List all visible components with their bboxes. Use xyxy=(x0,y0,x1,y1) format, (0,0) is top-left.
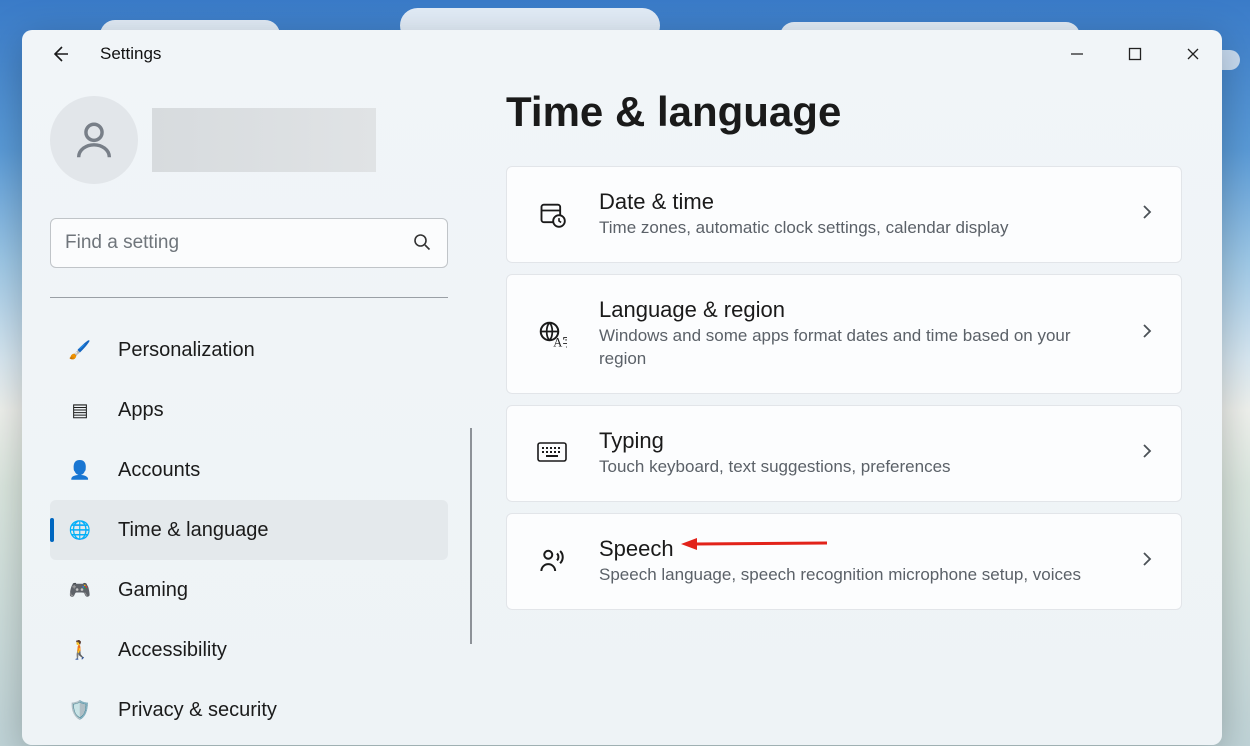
chevron-right-icon xyxy=(1139,551,1155,572)
close-button[interactable] xyxy=(1164,30,1222,78)
card-desc: Windows and some apps format dates and t… xyxy=(599,325,1109,371)
back-arrow-icon xyxy=(50,44,70,64)
maximize-icon xyxy=(1128,47,1142,61)
chevron-right-icon xyxy=(1139,323,1155,344)
person-icon xyxy=(71,117,117,163)
card-title: Speech xyxy=(599,536,1109,562)
avatar xyxy=(50,96,138,184)
gaming-icon: 🎮 xyxy=(68,580,92,601)
close-icon xyxy=(1186,47,1200,61)
sidebar-item-privacy[interactable]: 🛡️ Privacy & security xyxy=(50,680,448,740)
lang-region-icon: A字 xyxy=(535,319,569,349)
chevron-right-icon xyxy=(1139,443,1155,464)
sidebar-item-apps[interactable]: ▤ Apps xyxy=(50,380,448,440)
sidebar-item-label: Apps xyxy=(118,399,164,422)
sidebar-item-label: Accessibility xyxy=(118,639,227,662)
sidebar-item-label: Privacy & security xyxy=(118,699,277,722)
minimize-icon xyxy=(1070,47,1084,61)
speech-icon xyxy=(535,546,569,576)
profile-block[interactable] xyxy=(50,96,462,184)
card-title: Language & region xyxy=(599,297,1109,323)
card-speech[interactable]: SpeechSpeech language, speech recognitio… xyxy=(506,513,1182,610)
sidebar-item-accessibility[interactable]: 🚶 Accessibility xyxy=(50,620,448,680)
card-desc: Touch keyboard, text suggestions, prefer… xyxy=(599,456,1109,479)
back-button[interactable] xyxy=(40,35,80,73)
sidebar-item-label: Time & language xyxy=(118,519,268,542)
date-time-icon xyxy=(535,200,569,228)
settings-window: Settings xyxy=(22,30,1222,745)
page-title: Time & language xyxy=(506,88,1182,136)
card-desc: Time zones, automatic clock settings, ca… xyxy=(599,217,1109,240)
sidebar-item-label: Personalization xyxy=(118,339,255,362)
sidebar-item-accounts[interactable]: 👤 Accounts xyxy=(50,440,448,500)
search-icon xyxy=(412,232,432,257)
card-title: Typing xyxy=(599,428,1109,454)
privacy-icon: 🛡️ xyxy=(68,700,92,721)
titlebar: Settings xyxy=(22,30,1222,78)
minimize-button[interactable] xyxy=(1048,30,1106,78)
sidebar: 🖌️ Personalization ▤ Apps 👤 Accounts 🌐 Time & l… xyxy=(22,78,482,745)
apps-icon: ▤ xyxy=(68,400,92,421)
sidebar-item-label: Gaming xyxy=(118,579,188,602)
card-date-time[interactable]: Date & timeTime zones, automatic clock s… xyxy=(506,166,1182,263)
nav-list: 🖌️ Personalization ▤ Apps 👤 Accounts 🌐 Time & l… xyxy=(50,320,462,740)
main-pane: Time & language Date & timeTime zones, a… xyxy=(482,78,1222,745)
sidebar-item-personalization[interactable]: 🖌️ Personalization xyxy=(50,320,448,380)
sidebar-item-label: Accounts xyxy=(118,459,200,482)
maximize-button[interactable] xyxy=(1106,30,1164,78)
card-title: Date & time xyxy=(599,189,1109,215)
card-desc: Speech language, speech recognition micr… xyxy=(599,564,1109,587)
window-title: Settings xyxy=(100,44,161,64)
personalization-icon: 🖌️ xyxy=(68,340,92,361)
card-list: Date & timeTime zones, automatic clock s… xyxy=(506,166,1182,610)
card-typing[interactable]: TypingTouch keyboard, text suggestions, … xyxy=(506,405,1182,502)
accounts-icon: 👤 xyxy=(68,460,92,481)
time-language-icon: 🌐 xyxy=(68,520,92,541)
chevron-right-icon xyxy=(1139,204,1155,225)
accessibility-icon: 🚶 xyxy=(68,640,92,661)
scrollbar[interactable] xyxy=(470,428,472,644)
typing-icon xyxy=(535,442,569,464)
svg-text:A字: A字 xyxy=(553,334,567,349)
profile-name-redacted xyxy=(152,108,376,172)
search-input[interactable] xyxy=(50,218,448,268)
sidebar-item-time-language[interactable]: 🌐 Time & language xyxy=(50,500,448,560)
card-lang-region[interactable]: A字 Language & regionWindows and some apps… xyxy=(506,274,1182,394)
sidebar-item-gaming[interactable]: 🎮 Gaming xyxy=(50,560,448,620)
